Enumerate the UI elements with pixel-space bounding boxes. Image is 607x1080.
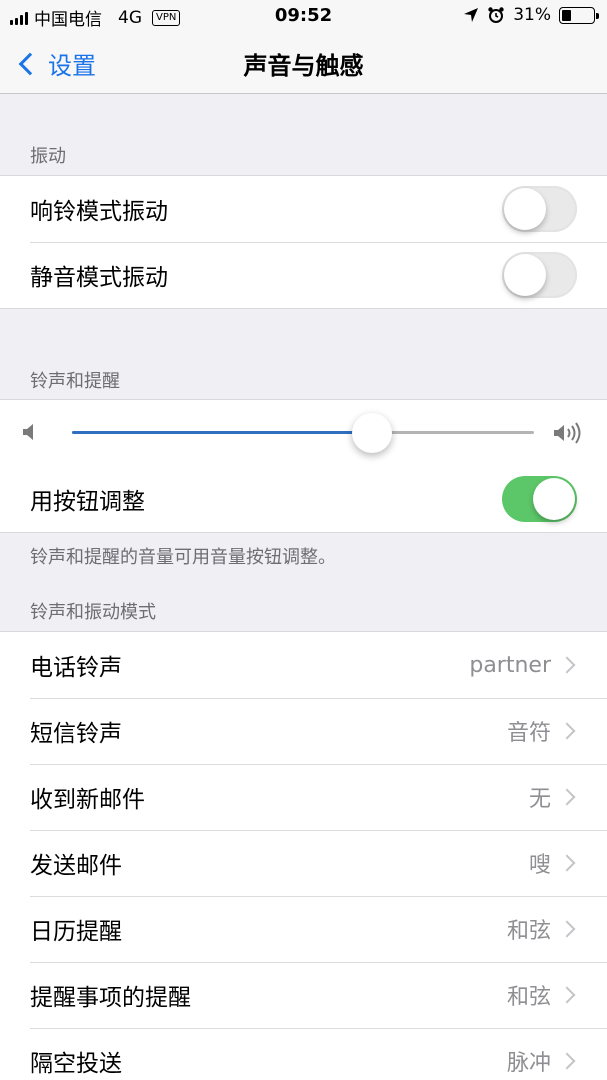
- list-item-label: 日历提醒: [30, 919, 122, 945]
- chevron-right-icon: [558, 854, 576, 872]
- list-item-reminder-alerts[interactable]: 提醒事项的提醒 和弦: [0, 962, 607, 1028]
- chevron-right-icon: [558, 920, 576, 938]
- list-item-value: 嗖: [528, 853, 551, 878]
- ringer-footnote: 铃声和提醒的音量可用音量按钮调整。: [30, 547, 336, 568]
- list-item-label: 电话铃声: [30, 655, 122, 681]
- volume-slider-row: [0, 400, 607, 466]
- list-item-value: 脉冲: [506, 1051, 551, 1076]
- silent-vibration-toggle[interactable]: [502, 252, 577, 298]
- adjust-with-buttons-toggle[interactable]: [502, 476, 577, 522]
- chevron-right-icon: [558, 656, 576, 674]
- list-item-airdrop[interactable]: 隔空投送 脉冲: [0, 1028, 607, 1080]
- toggle-knob: [504, 254, 546, 296]
- chevron-right-icon: [558, 986, 576, 1004]
- list-item-value: 音符: [506, 721, 551, 746]
- adjust-with-buttons-row: 用按钮调整: [0, 466, 607, 532]
- list-item-label: 隔空投送: [30, 1051, 122, 1077]
- patterns-group: 电话铃声 partner 短信铃声 音符 收到新邮件 无 发送邮件 嗖 日历提醒…: [0, 631, 607, 1080]
- list-item-text-tone[interactable]: 短信铃声 音符: [0, 698, 607, 764]
- location-arrow-icon: [464, 8, 479, 22]
- page-title: 声音与触感: [243, 52, 364, 80]
- section-header-vibration: 振动: [30, 146, 66, 167]
- chevron-right-icon: [558, 788, 576, 806]
- list-item-value: 和弦: [506, 985, 551, 1010]
- list-item-calendar-alerts[interactable]: 日历提醒 和弦: [0, 896, 607, 962]
- speaker-low-icon: [23, 424, 33, 440]
- list-item-new-mail[interactable]: 收到新邮件 无: [0, 764, 607, 830]
- silent-vibration-label: 静音模式振动: [30, 265, 168, 291]
- list-item-label: 发送邮件: [30, 853, 122, 879]
- navigation-bar: 设置 声音与触感: [0, 34, 607, 94]
- section-header-patterns: 铃声和振动模式: [30, 602, 156, 623]
- vibration-group: 响铃模式振动 静音模式振动: [0, 175, 607, 309]
- list-item-label: 提醒事项的提醒: [30, 985, 191, 1011]
- section-header-ringer: 铃声和提醒: [30, 371, 120, 392]
- chevron-right-icon: [558, 722, 576, 740]
- ringer-group: 用按钮调整: [0, 399, 607, 533]
- list-item-sent-mail[interactable]: 发送邮件 嗖: [0, 830, 607, 896]
- list-item-label: 收到新邮件: [30, 787, 145, 813]
- list-item-label: 短信铃声: [30, 721, 122, 747]
- ring-vibration-label: 响铃模式振动: [30, 199, 168, 225]
- battery-fill: [562, 9, 572, 21]
- battery-percent: 31%: [513, 5, 551, 25]
- list-item-value: 和弦: [506, 919, 551, 944]
- silent-vibration-row: 静音模式振动: [0, 242, 607, 308]
- list-item-ringtone[interactable]: 电话铃声 partner: [0, 632, 607, 698]
- list-item-value: 无: [528, 787, 551, 812]
- toggle-knob: [504, 188, 546, 230]
- adjust-with-buttons-label: 用按钮调整: [30, 489, 145, 515]
- volume-slider-fill: [72, 431, 373, 434]
- status-bar: 中国电信 4G VPN 09:52 31%: [0, 0, 607, 34]
- toggle-knob: [533, 478, 575, 520]
- status-right: 31%: [463, 5, 599, 25]
- ring-vibration-row: 响铃模式振动: [0, 176, 607, 242]
- volume-slider[interactable]: [72, 431, 534, 434]
- ring-vibration-toggle[interactable]: [502, 186, 577, 232]
- speaker-high-icon: [554, 422, 581, 444]
- alarm-clock-icon: [488, 7, 504, 23]
- chevron-right-icon: [558, 1052, 576, 1070]
- list-item-value: partner: [469, 652, 551, 678]
- battery-icon: [559, 6, 599, 24]
- volume-slider-thumb[interactable]: [352, 413, 393, 453]
